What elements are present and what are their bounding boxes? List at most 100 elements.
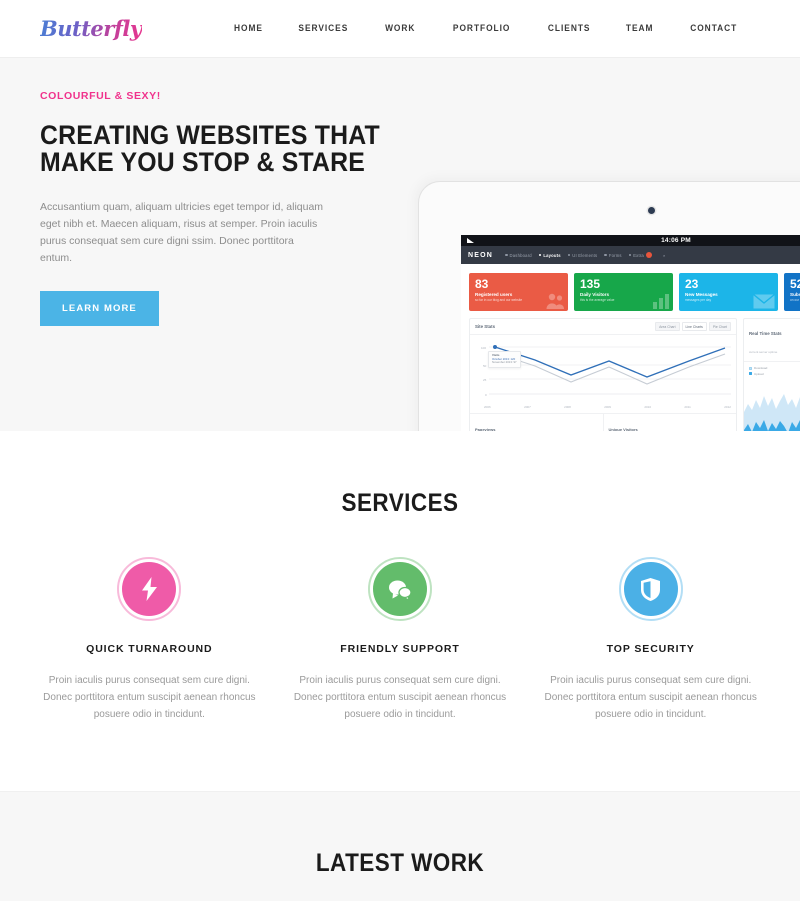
stat-value: 52 <box>790 277 800 291</box>
latest-work-section: LATEST WORK <box>0 791 800 901</box>
tablet-camera-icon <box>648 207 655 214</box>
site-stats-title: Site Stats <box>475 324 496 329</box>
chart-tooltip: Visits October 2013: 120 November 2013: … <box>488 351 521 368</box>
tooltip-line-2: November 2013: 97 <box>492 360 517 365</box>
tablet-mockup: 14:06 PM NEON Dashboard Layouts UI Eleme… <box>418 181 800 431</box>
service-friendly-support: FRIENDLY SUPPORT Proin iaculis purus con… <box>275 557 526 723</box>
realtime-title: Real Time Stats <box>749 331 782 336</box>
realtime-header: Real Time Stats current server uptime ⚙ … <box>744 319 800 362</box>
signal-icon <box>467 238 474 243</box>
service-quick-turnaround: QUICK TURNAROUND Proin iaculis purus con… <box>24 557 275 723</box>
site-logo[interactable]: Butterfly <box>40 16 142 41</box>
nav-item-clients[interactable]: CLIENTS <box>548 23 591 34</box>
bolt-icon[interactable] <box>117 557 182 621</box>
svg-text:50: 50 <box>483 364 487 368</box>
services-grid: QUICK TURNAROUND Proin iaculis purus con… <box>0 557 800 723</box>
bars-icon <box>653 294 669 309</box>
chat-bubbles-glyph <box>389 580 412 600</box>
services-section: SERVICES QUICK TURNAROUND Proin iaculis … <box>0 431 800 791</box>
service-top-security: TOP SECURITY Proin iaculis purus consequ… <box>525 557 776 723</box>
users-icon <box>546 293 564 309</box>
dashboard-brand: NEON <box>468 251 494 259</box>
pie-chart-button[interactable]: Pie Chart <box>708 322 731 331</box>
unique-visitors-cell: Unique Visitors 241,107 <box>602 414 737 431</box>
shield-glyph <box>641 577 661 601</box>
learn-more-button[interactable]: LEARN MORE <box>40 291 159 326</box>
stat-label: Subscribers <box>790 292 800 297</box>
dashboard-navbar: NEON Dashboard Layouts UI Elements Forms <box>461 246 800 264</box>
hero-description: Accusantium quam, aliquam ultricies eget… <box>40 201 324 264</box>
charts-row: Site Stats Area Chart Line Charts Pie Ch… <box>461 311 800 431</box>
area-chart-button[interactable]: Area Chart <box>655 322 680 331</box>
hero-title-line-2: MAKE YOU STOP & STARE <box>40 147 366 177</box>
legend-upload: Upload <box>749 372 800 376</box>
shield-icon[interactable] <box>618 557 683 621</box>
service-name: FRIENDLY SUPPORT <box>340 643 460 655</box>
dashboard-nav-dashboard[interactable]: Dashboard <box>505 253 532 258</box>
hero-copy: COLOURFUL & SEXY! CREATING WEBSITES THAT… <box>40 90 380 326</box>
svg-text:0: 0 <box>485 393 487 397</box>
main-navigation: HOME SERVICES WORK PORTFOLIO CLIENTS TEA… <box>232 23 761 34</box>
realtime-area-chart <box>744 393 800 431</box>
elements-icon <box>567 253 571 257</box>
stat-card-daily-visitors[interactable]: 135 Daily Visitors this is the average v… <box>574 273 673 311</box>
dashboard-screen: 14:06 PM NEON Dashboard Layouts UI Eleme… <box>461 235 800 431</box>
legend-download: Download <box>749 366 800 370</box>
extra-icon <box>628 253 632 257</box>
line-chart-button[interactable]: Line Charts <box>681 322 707 331</box>
extra-badge <box>645 252 652 258</box>
layout-icon <box>538 253 542 257</box>
status-time: 14:06 PM <box>661 237 691 244</box>
grid-icon <box>505 253 508 257</box>
realtime-sub: current server uptime <box>749 350 778 354</box>
site-header: Butterfly HOME SERVICES WORK PORTFOLIO C… <box>0 0 800 57</box>
legend-swatch <box>749 366 752 370</box>
service-name: TOP SECURITY <box>606 643 695 655</box>
nav-item-team[interactable]: TEAM <box>626 23 654 34</box>
stat-card-subscribers[interactable]: 52 Subscribers on our site right now <box>784 273 800 311</box>
stat-value: 23 <box>685 277 699 291</box>
service-name: QUICK TURNAROUND <box>86 643 213 655</box>
svg-text:100: 100 <box>481 346 486 350</box>
service-description: Proin iaculis purus consequat sem cure d… <box>293 675 507 720</box>
site-stats-subpanels: Pageviews 356,120 Unique Visitors 241,10… <box>470 413 736 431</box>
hero-section: COLOURFUL & SEXY! CREATING WEBSITES THAT… <box>0 57 800 431</box>
line-chart-svg: 100 50 25 0 <box>481 345 731 397</box>
envelope-icon <box>753 294 775 309</box>
dashboard-search-icon[interactable]: ⌕ <box>663 253 666 258</box>
dashboard-nav-ui-elements[interactable]: UI Elements <box>567 253 598 258</box>
stat-sub: on our site right now <box>790 298 800 302</box>
nav-item-contact[interactable]: CONTACT <box>690 23 737 34</box>
service-description: Proin iaculis purus consequat sem cure d… <box>43 675 256 720</box>
site-stats-panel: Site Stats Area Chart Line Charts Pie Ch… <box>469 318 737 431</box>
nav-item-services[interactable]: SERVICES <box>299 23 349 34</box>
nav-item-home[interactable]: HOME <box>233 23 262 34</box>
realtime-stats-panel: Real Time Stats current server uptime ⚙ … <box>743 318 800 431</box>
chat-bubbles-icon[interactable] <box>368 557 432 621</box>
chart-type-buttons: Area Chart Line Charts Pie Chart <box>655 322 731 331</box>
latest-work-title: LATEST WORK <box>315 849 485 877</box>
svg-text:25: 25 <box>483 378 487 382</box>
stat-value: 83 <box>475 277 489 291</box>
nav-item-portfolio[interactable]: PORTFOLIO <box>452 23 509 34</box>
site-stats-chart: 100 50 25 0 Visits October 2013: 120 Nov… <box>470 335 736 407</box>
service-description: Proin iaculis purus consequat sem cure d… <box>544 675 757 720</box>
site-stats-header: Site Stats Area Chart Line Charts Pie Ch… <box>470 319 736 335</box>
realtime-legend: Download Upload <box>744 362 800 378</box>
unique-visitors-title: Unique Visitors <box>608 427 638 431</box>
dashboard-nav-extra[interactable]: Extra <box>628 252 652 258</box>
status-bar: 14:06 PM <box>461 235 800 246</box>
dashboard-nav-forms[interactable]: Forms <box>604 253 621 258</box>
stat-cards-row: 83 Registered users so far in our blog a… <box>461 264 800 311</box>
nav-item-work[interactable]: WORK <box>385 23 415 34</box>
pageviews-cell: Pageviews 356,120 <box>470 414 603 431</box>
forms-icon <box>604 253 607 257</box>
bolt-glyph <box>141 577 157 601</box>
legend-swatch <box>749 372 752 375</box>
stat-value: 135 <box>580 277 601 291</box>
services-title: SERVICES <box>341 489 459 517</box>
stat-card-registered-users[interactable]: 83 Registered users so far in our blog a… <box>469 273 568 311</box>
dashboard-nav-layouts[interactable]: Layouts <box>538 253 561 258</box>
hero-eyebrow: COLOURFUL & SEXY! <box>40 90 161 102</box>
stat-card-new-messages[interactable]: 23 New Messages messages per day <box>679 273 778 311</box>
